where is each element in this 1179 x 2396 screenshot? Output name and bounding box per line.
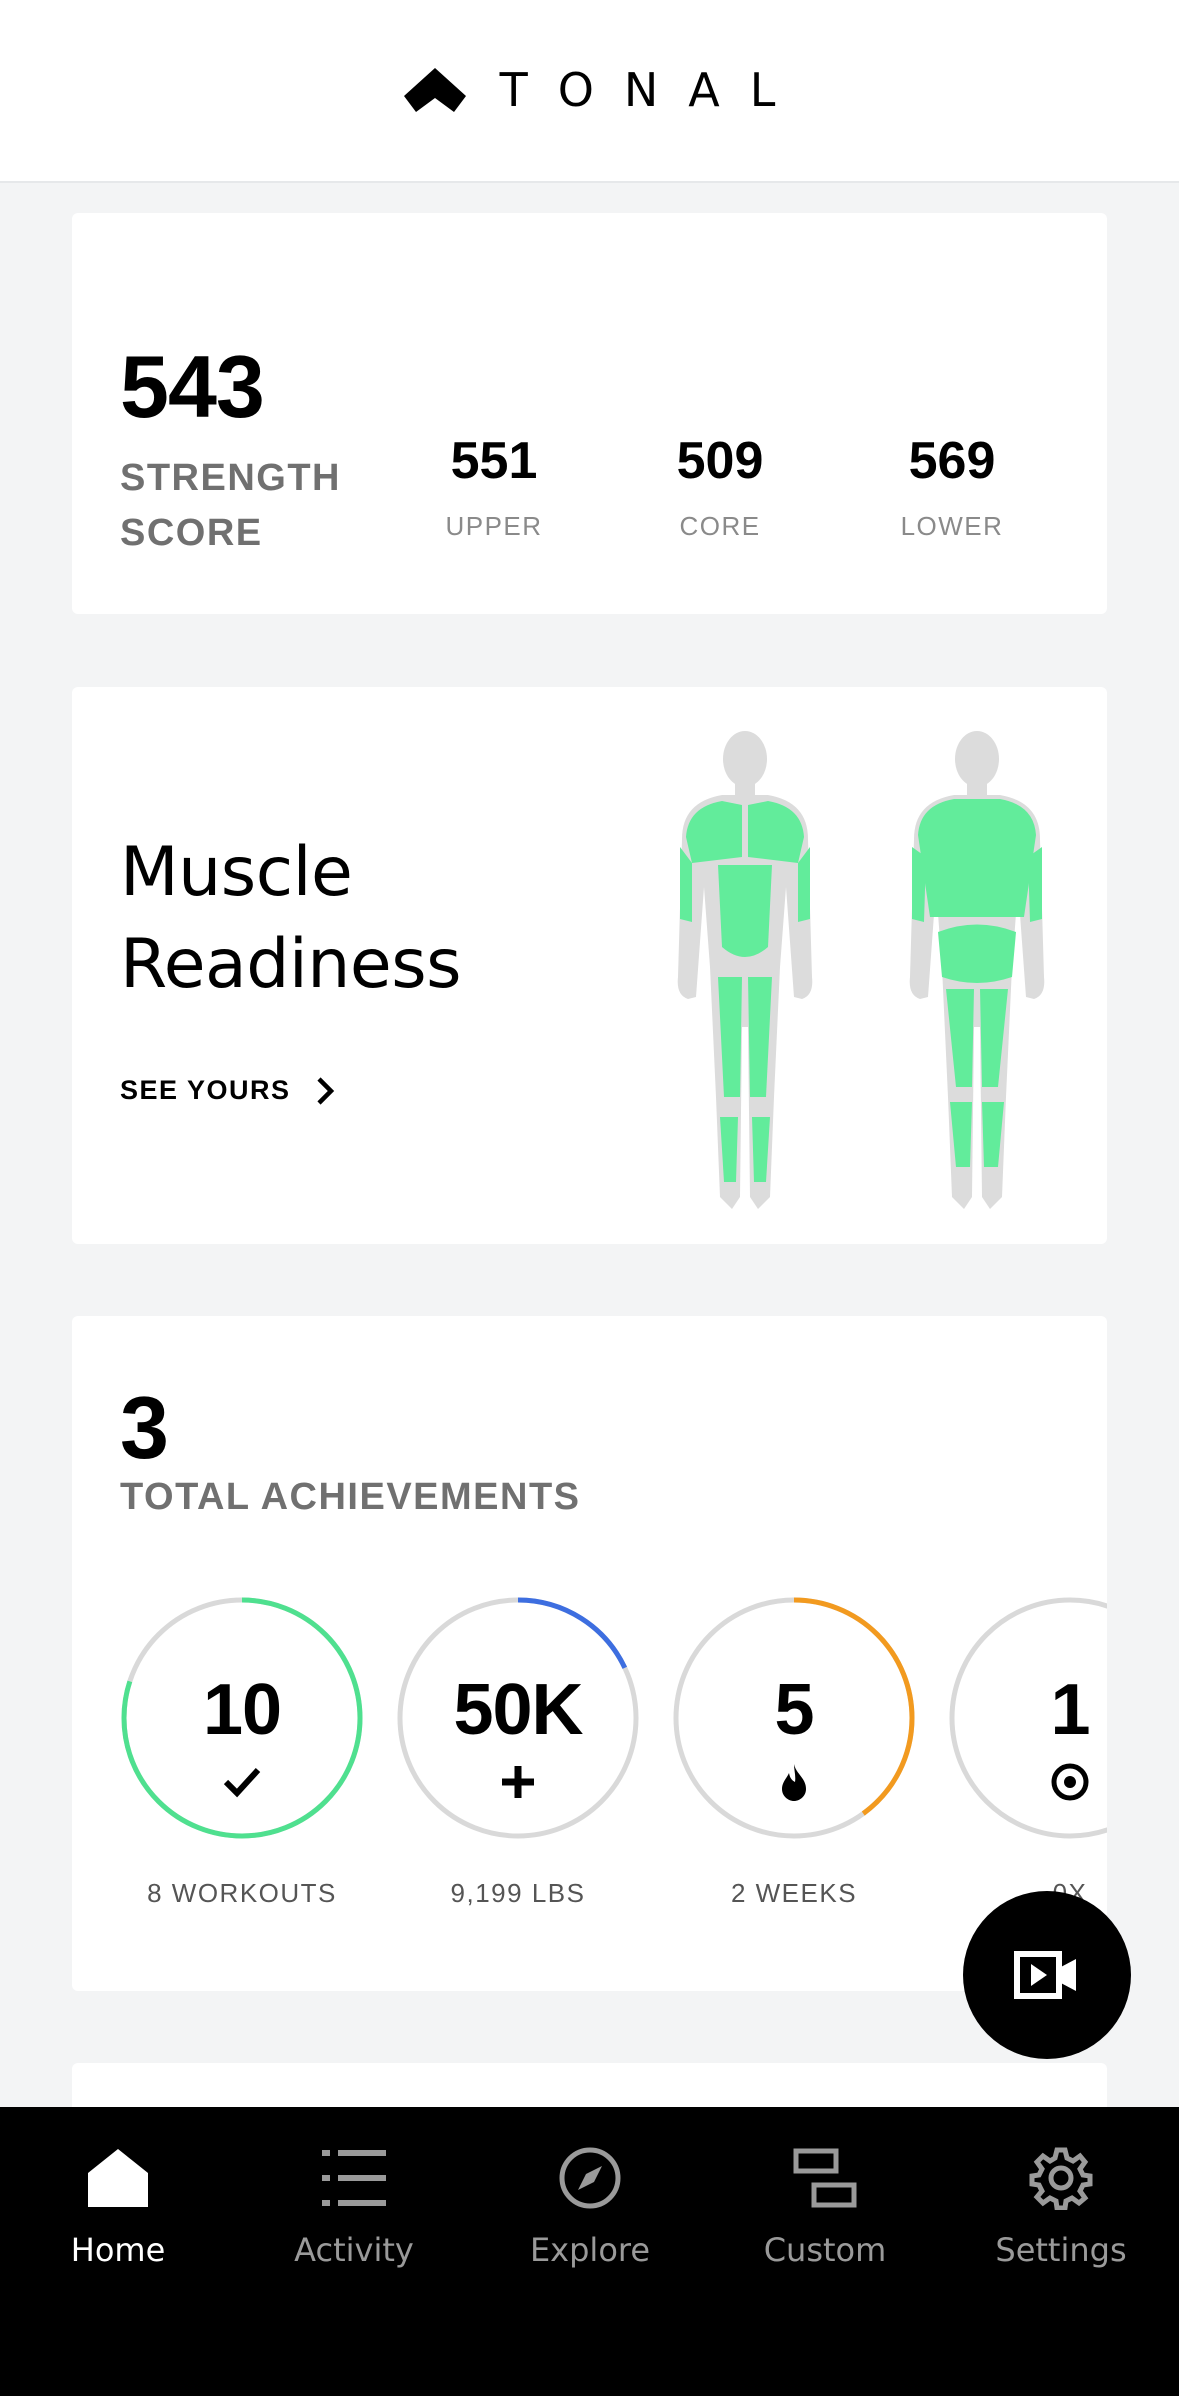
achievements-card[interactable]: 3 TOTAL ACHIEVEMENTS 10 8 WORKOUTS 50K 9… [72,1316,1107,1991]
achievement-ring: 50K [396,1596,640,1840]
video-icon [1014,1951,1076,1999]
total-achievements-value: 3 [120,1378,169,1477]
flame-icon [782,1764,806,1801]
achievement-ring: 5 [672,1596,916,1840]
upper-score-value: 551 [450,432,538,490]
tab-settings-label: Settings [995,2231,1127,2269]
upper-score-label: UPPER [445,511,543,541]
achievement-badge[interactable]: 10 8 WORKOUTS [120,1596,364,1909]
tab-activity-label: Activity [294,2231,414,2269]
achievement-caption: 8 WORKOUTS [147,1878,337,1908]
lower-score-value: 569 [908,432,996,490]
upper-score: 551 UPPER [414,435,574,542]
gear-icon [1029,2147,1093,2210]
muscle-map-illustration [677,731,1045,1209]
achievement-badge[interactable]: 1 0X [948,1596,1107,1909]
check-icon [223,1767,261,1798]
core-score: 509 CORE [640,435,800,542]
chevron-right-icon [316,1076,334,1105]
achievement-value: 1 [1050,1670,1090,1750]
custom-blocks-icon [793,2148,857,2208]
achievement-value: 5 [774,1670,814,1750]
strength-score-card[interactable]: 543 STRENGTH SCORE 551 UPPER 509 CORE 56… [72,213,1107,614]
lower-score: 569 LOWER [872,435,1032,542]
muscle-readiness-title: Muscle Readiness [120,833,462,1004]
achievement-caption: 9,199 LBS [450,1878,586,1908]
strength-score-value: 543 [120,337,265,436]
see-yours-label: SEE YOURS [120,1075,291,1105]
tab-explore[interactable]: Explore [490,2143,690,2269]
compass-icon [559,2147,621,2209]
tonal-logo-icon [403,67,466,112]
tab-activity[interactable]: Activity [254,2143,454,2269]
bottom-tab-bar: Home Activity Explore Custom Settings [0,2107,1179,2396]
core-score-label: CORE [679,511,761,541]
tab-home-label: Home [70,2231,166,2269]
list-icon [322,2150,386,2206]
lower-score-label: LOWER [900,511,1004,541]
tonal-logo: TONAL [403,63,775,117]
target-icon [1051,1763,1089,1801]
brand-name: TONAL [499,62,806,117]
core-score-value: 509 [676,432,764,490]
front-body-figure [677,731,813,1209]
home-icon [88,2149,148,2207]
strength-score-label: STRENGTH SCORE [120,457,341,554]
see-yours-link[interactable]: SEE YOURS [120,1075,335,1106]
tab-explore-label: Explore [529,2231,651,2269]
achievement-badge[interactable]: 50K 9,199 LBS [396,1596,640,1909]
tab-custom[interactable]: Custom [725,2143,925,2269]
video-fab-button[interactable] [963,1891,1131,2059]
tab-settings[interactable]: Settings [961,2143,1161,2269]
achievement-badge[interactable]: 5 2 WEEKS [672,1596,916,1909]
total-achievements-label: TOTAL ACHIEVEMENTS [120,1476,581,1518]
achievement-ring: 10 [120,1596,364,1840]
tab-custom-label: Custom [763,2231,887,2269]
achievement-value: 10 [202,1670,282,1750]
achievement-caption: 2 WEEKS [730,1878,858,1908]
achievement-value: 50K [453,1670,583,1750]
app-header: TONAL [0,0,1179,183]
tab-home[interactable]: Home [18,2143,218,2269]
muscle-readiness-card[interactable]: Muscle Readiness SEE YOURS [72,687,1107,1244]
plus-icon [502,1766,534,1798]
back-body-figure [909,731,1045,1209]
achievement-ring: 1 [948,1596,1107,1840]
